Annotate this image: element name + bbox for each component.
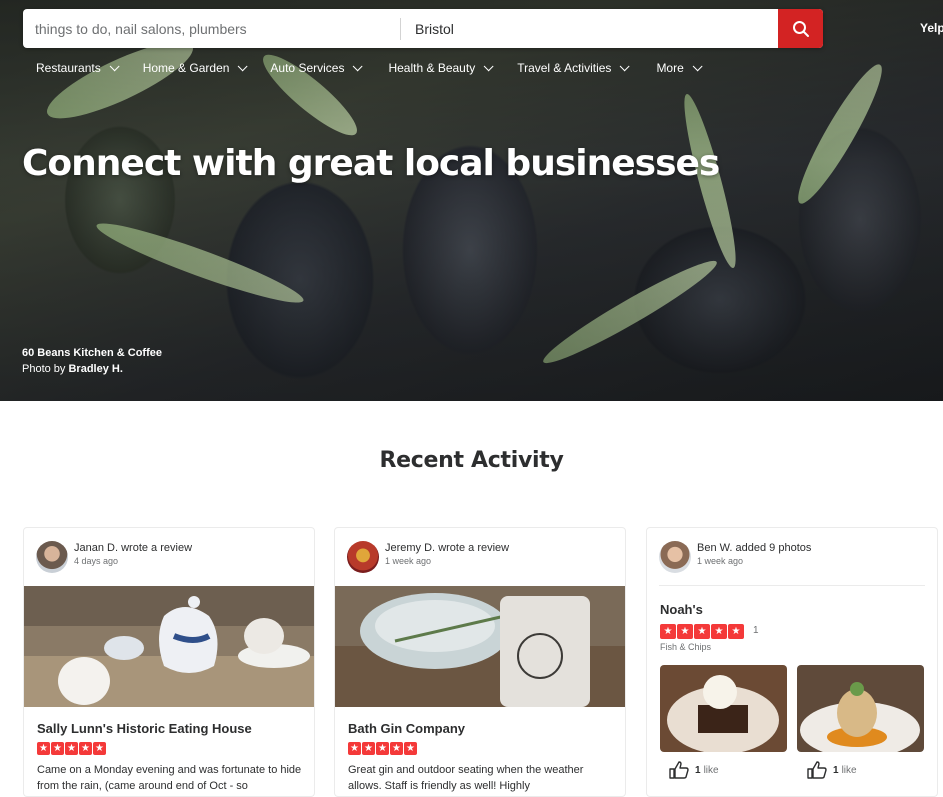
hero-title: Connect with great local businesses [22,143,720,184]
thumbs-up-icon [669,761,689,779]
review-snippet: Great gin and outdoor seating when the w… [348,764,584,792]
chevron-down-icon [238,60,248,71]
activity-card: Ben W. added 9 photos 1 week ago Noah's … [646,527,938,797]
like-count: 1 [833,764,839,776]
card-header: Janan D. wrote a review 4 days ago [36,541,192,573]
nav-home-garden[interactable]: Home & Garden [142,60,248,75]
chevron-down-icon [483,60,494,71]
nav-label: Health & Beauty [388,61,476,75]
business-photo[interactable] [660,665,787,752]
user-name-link[interactable]: Ben W. [697,542,732,554]
activity-line: Janan D. wrote a review [74,541,192,555]
avatar[interactable] [347,541,379,573]
user-name-link[interactable]: Jeremy D. [385,542,435,554]
chevron-down-icon [109,60,120,71]
nav-auto-services[interactable]: Auto Services [270,60,364,75]
activity-line: Jeremy D. wrote a review [385,541,509,555]
photo-credit-prefix: Photo by [22,363,66,375]
star-icon: ★ [711,624,727,639]
category-nav: Restaurants Home & Garden Auto Services … [36,60,726,75]
photo-credit: 60 Beans Kitchen & Coffee Photo by Bradl… [22,345,162,377]
nav-label: Travel & Activities [517,61,612,75]
star-icon: ★ [677,624,693,639]
search-location-input[interactable]: Bristol [401,9,778,48]
photo-credit-author-link[interactable]: Bradley H. [68,363,122,375]
star-rating: ★ ★ ★ ★ ★ [348,742,418,755]
nav-health-beauty[interactable]: Health & Beauty [388,60,494,75]
star-icon: ★ [728,624,744,639]
like-label: like [841,764,857,776]
nav-travel-activities[interactable]: Travel & Activities [517,60,631,75]
chevron-down-icon [353,60,364,71]
star-icon: ★ [362,742,375,755]
activity-action: added 9 photos [735,542,812,554]
avatar[interactable] [659,541,691,573]
star-icon: ★ [348,742,361,755]
like-count: 1 [695,764,701,776]
business-category[interactable]: Fish & Chips [660,642,711,652]
card-header: Ben W. added 9 photos 1 week ago [659,541,811,573]
activity-card: Janan D. wrote a review 4 days ago Sally… [23,527,315,797]
nav-label: Home & Garden [142,61,230,75]
yelp-for-business-link[interactable]: Yelp [920,21,943,35]
like-button[interactable]: 1 like [807,761,857,779]
activity-line: Ben W. added 9 photos [697,541,811,555]
star-rating: ★ ★ ★ ★ ★ [660,624,745,639]
star-icon: ★ [93,742,106,755]
divider [659,585,925,586]
activity-action: wrote a review [121,542,193,554]
star-icon: ★ [51,742,64,755]
nav-restaurants[interactable]: Restaurants [36,60,120,75]
star-icon: ★ [37,742,50,755]
user-name-link[interactable]: Janan D. [74,542,118,554]
avatar[interactable] [36,541,68,573]
activity-action: wrote a review [438,542,510,554]
star-icon: ★ [660,624,676,639]
star-icon: ★ [376,742,389,755]
activity-time: 4 days ago [74,556,119,566]
chevron-down-icon [692,60,703,71]
like-label: like [703,764,719,776]
business-name-link[interactable]: Noah's [660,602,703,617]
star-icon: ★ [65,742,78,755]
activity-card: Jeremy D. wrote a review 1 week ago Bath… [334,527,626,797]
star-rating: ★ ★ ★ ★ ★ [37,742,107,755]
thumbs-up-icon [807,761,827,779]
activity-time: 1 week ago [385,556,432,566]
nav-more[interactable]: More [656,60,703,75]
nav-label: Auto Services [270,61,345,75]
search-button[interactable] [778,9,823,48]
review-photo[interactable] [335,586,625,707]
business-name-link[interactable]: Bath Gin Company [348,721,465,736]
nav-label: Restaurants [36,61,101,75]
search-bar: things to do, nail salons, plumbers Bris… [23,9,823,48]
recent-activity-heading: Recent Activity [379,448,564,473]
star-icon: ★ [404,742,417,755]
review-photo[interactable] [24,586,314,707]
business-name-link[interactable]: Sally Lunn's Historic Eating House [37,721,252,736]
nav-label: More [656,61,684,75]
star-icon: ★ [79,742,92,755]
activity-time: 1 week ago [697,556,744,566]
chevron-down-icon [620,60,631,71]
review-snippet: Came on a Monday evening and was fortuna… [37,764,302,792]
business-photo[interactable] [797,665,924,752]
search-find-input[interactable]: things to do, nail salons, plumbers [23,9,400,48]
photo-credit-business-link[interactable]: 60 Beans Kitchen & Coffee [22,345,162,361]
star-icon: ★ [694,624,710,639]
review-count: 1 [753,625,759,636]
card-header: Jeremy D. wrote a review 1 week ago [347,541,509,573]
like-button[interactable]: 1 like [669,761,719,779]
star-icon: ★ [390,742,403,755]
search-icon [792,20,809,37]
